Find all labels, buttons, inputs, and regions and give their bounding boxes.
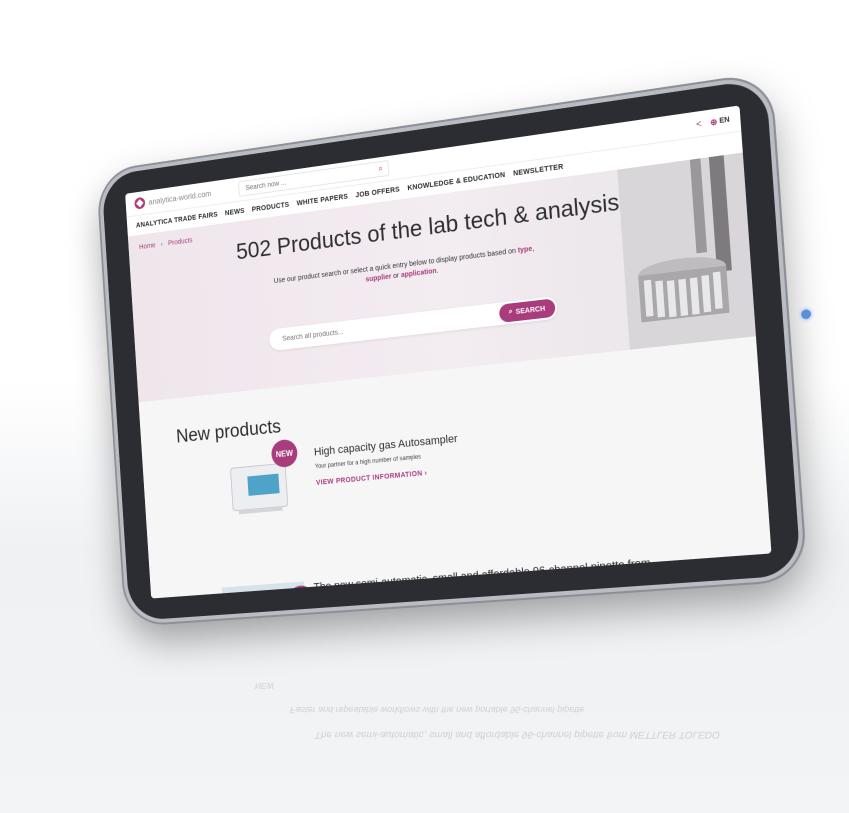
tablet-reflection: The new semi-automatic, small and afford… — [217, 650, 743, 770]
supplier-link[interactable]: supplier — [365, 273, 391, 283]
product-search-input[interactable] — [280, 312, 475, 344]
language-label: EN — [719, 115, 730, 125]
product-thumbnail: NEW — [222, 438, 309, 524]
product-description: Faster and repeatable workflows with the… — [315, 590, 670, 598]
logo-text: analytica-world.com — [148, 188, 212, 207]
subtitle-sep: , — [531, 245, 535, 253]
nav-item-newsletter[interactable]: NEWSLETTER — [513, 163, 564, 177]
globe-icon: ⊕ — [709, 116, 718, 127]
breadcrumb-separator: › — [160, 241, 164, 249]
breadcrumb-home[interactable]: Home — [139, 242, 156, 251]
camera-icon — [800, 308, 812, 320]
product-info: The new semi-automatic, small and afford… — [313, 555, 672, 598]
lab-vials-image — [617, 152, 756, 350]
product-title[interactable]: The new semi-automatic, small and afford… — [313, 555, 669, 598]
view-product-link[interactable]: VIEW PRODUCT INFORMATION › — [316, 467, 460, 487]
nav-item-news[interactable]: NEWS — [225, 207, 245, 216]
share-icon[interactable]: < — [696, 118, 702, 129]
reflection-desc: Faster and repeatable workflows with the… — [288, 705, 586, 715]
search-button[interactable]: ⌕ SEARCH — [498, 298, 556, 324]
language-switcher[interactable]: ⊕ EN — [710, 115, 730, 127]
product-info: High capacity gas Autosampler Your partn… — [314, 433, 462, 515]
scene: analytica-world.com ⌕ < ⊕ EN — [0, 0, 849, 813]
new-products-heading: New products — [175, 416, 282, 448]
type-link[interactable]: type — [518, 246, 533, 255]
breadcrumb: Home › Products — [139, 237, 196, 251]
search-button-icon: ⌕ — [508, 308, 513, 316]
nav-item-white-papers[interactable]: WHITE PAPERS — [296, 193, 348, 207]
logo-icon — [134, 196, 146, 210]
product-thumbnail: NEW — [221, 581, 316, 599]
pipette-image — [221, 581, 309, 599]
product-card[interactable]: NEW The new semi-automatic, small and af… — [221, 555, 672, 599]
nav-item-products[interactable]: PRODUCTS — [252, 201, 290, 213]
application-link[interactable]: application — [401, 268, 437, 279]
top-right-tools: < ⊕ EN — [696, 114, 730, 130]
product-search: ⌕ SEARCH — [268, 296, 558, 352]
reflection-badge: NEW — [254, 681, 275, 690]
nav-item-job-offers[interactable]: JOB OFFERS — [355, 186, 400, 199]
search-icon[interactable]: ⌕ — [378, 164, 383, 174]
tablet-device: analytica-world.com ⌕ < ⊕ EN — [97, 73, 812, 626]
subtitle-end: . — [436, 267, 439, 275]
reflection-title: The new semi-automatic, small and afford… — [313, 729, 722, 740]
breadcrumb-current: Products — [167, 237, 193, 248]
product-card[interactable]: NEW High capacity gas Autosampler Your p… — [222, 433, 462, 524]
tablet-screen: analytica-world.com ⌕ < ⊕ EN — [125, 105, 772, 599]
search-button-label: SEARCH — [515, 305, 546, 316]
